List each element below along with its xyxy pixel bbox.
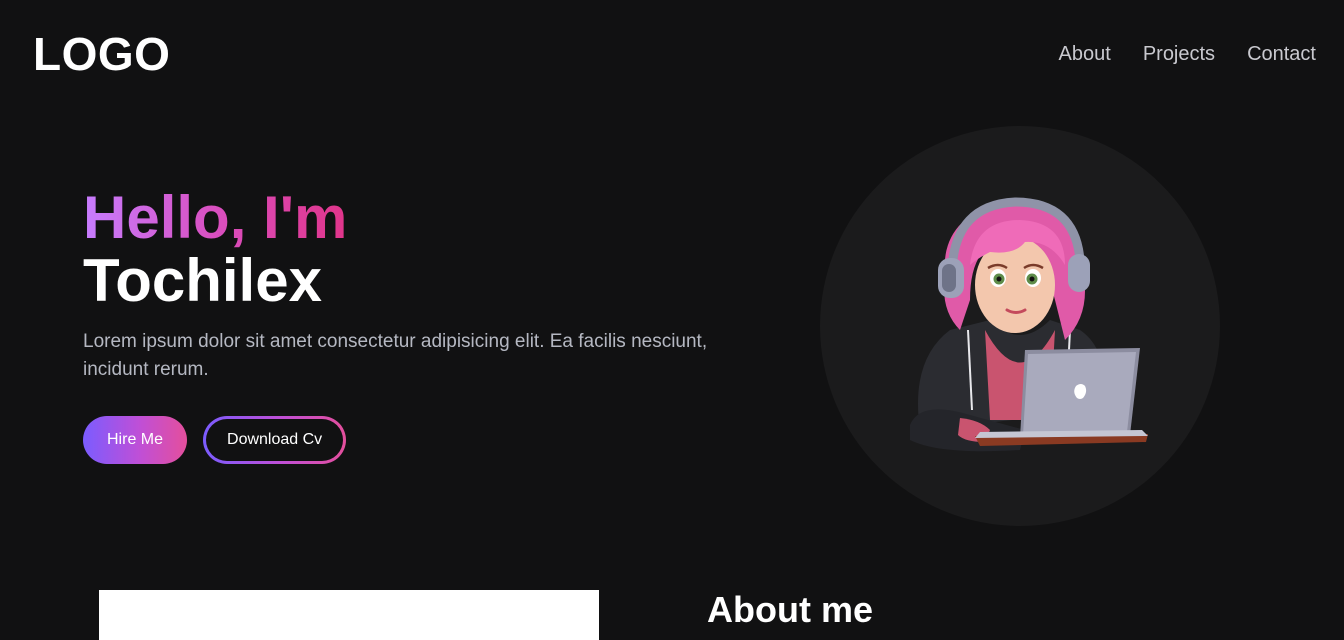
nav-link-about[interactable]: About — [1059, 40, 1111, 68]
hire-me-button[interactable]: Hire Me — [83, 416, 188, 464]
hero-name: Tochilex — [83, 247, 322, 314]
hero-section: Hello, I'm Tochilex Lorem ipsum dolor si… — [83, 186, 743, 384]
avatar-illustration-icon — [910, 197, 1148, 452]
logo[interactable]: LOGO — [33, 28, 170, 80]
hero-greeting: Hello, I'm — [83, 184, 348, 251]
about-image — [99, 590, 599, 640]
hero-description: Lorem ipsum dolor sit amet consectetur a… — [83, 331, 708, 380]
main-nav: About Projects Contact — [1059, 40, 1316, 68]
download-cv-button[interactable]: Download Cv — [203, 416, 347, 464]
portfolio-page: LOGO About Projects Contact Hello, I'm T… — [0, 0, 1344, 640]
nav-link-projects[interactable]: Projects — [1143, 40, 1215, 68]
about-title: About me — [707, 589, 873, 630]
hero-buttons: Hire Me Download Cv — [83, 416, 347, 464]
download-cv-label: Download Cv — [206, 419, 344, 461]
nav-link-contact[interactable]: Contact — [1247, 40, 1316, 68]
